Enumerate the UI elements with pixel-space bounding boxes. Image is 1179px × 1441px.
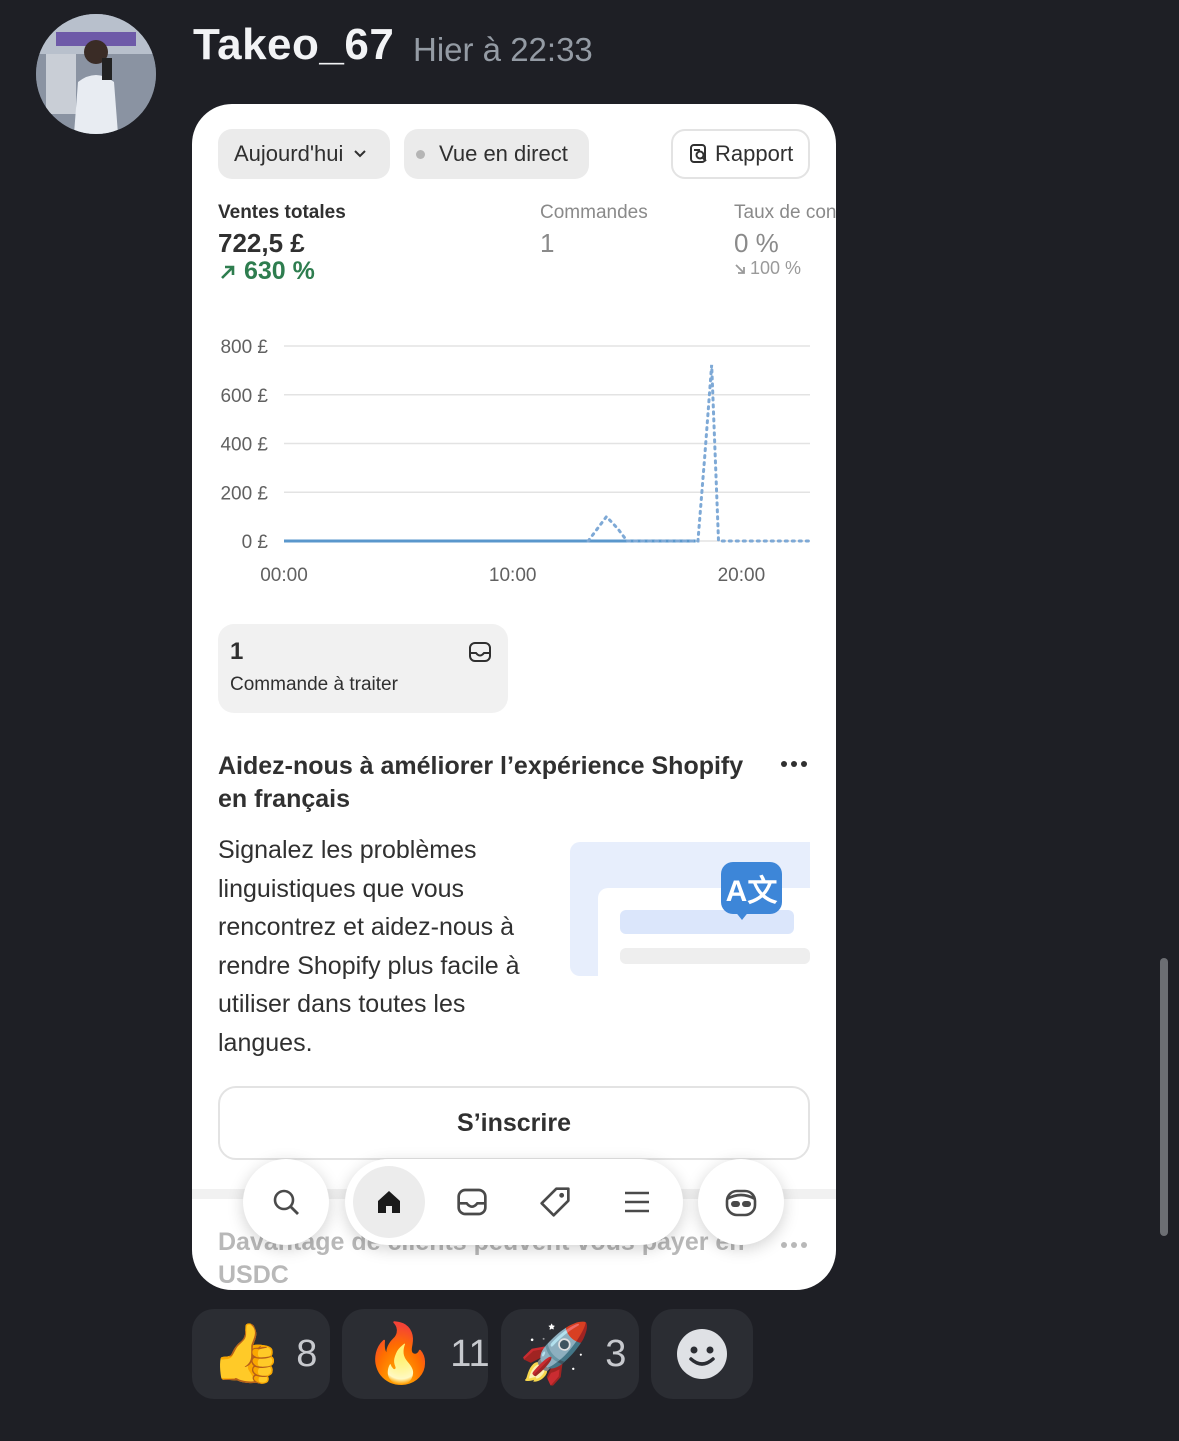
live-view-label: Vue en direct (439, 141, 568, 166)
y-tick-label: 200 £ (220, 483, 268, 504)
next-card-more-icon (780, 1237, 808, 1255)
tab-orders[interactable] (456, 1186, 488, 1223)
y-tick-label: 400 £ (220, 435, 268, 456)
y-tick-label: 0 £ (242, 532, 269, 553)
add-reaction-button[interactable] (651, 1309, 753, 1399)
metric-value-sales: 722,5 £ (218, 228, 305, 258)
date-filter-label: Aujourd'hui (234, 141, 344, 166)
tag-icon (540, 1187, 570, 1217)
metric-label-orders: Commandes (540, 202, 648, 223)
metric-label-conversion: Taux de con (734, 202, 836, 223)
attached-screenshot[interactable]: Aujourd'hui Vue en direct Rapport Ventes… (192, 104, 836, 1290)
tab-products[interactable] (539, 1186, 571, 1223)
trend-down-icon (735, 263, 745, 274)
sidekick-button[interactable] (698, 1159, 784, 1245)
reaction-count: 11 (450, 1332, 490, 1375)
translate-badge: A文 (721, 862, 782, 914)
orders-to-process-count: 1 (230, 638, 244, 665)
avatar-image (36, 14, 156, 134)
metric-change-sales: 630 % (218, 257, 315, 286)
reaction-count: 8 (296, 1332, 318, 1375)
report-icon (690, 144, 707, 163)
metric-value-conversion: 0 % (734, 228, 779, 258)
bottom-tab-bar (345, 1159, 683, 1245)
search-button[interactable] (243, 1159, 329, 1245)
metric-label-sales: Ventes totales (218, 202, 346, 223)
search-icon (273, 1189, 299, 1215)
reaction-rocket[interactable]: 🚀 3 (501, 1309, 639, 1399)
translation-illustration: A文 (570, 842, 810, 978)
comparison-period-line (586, 364, 812, 543)
trend-up-icon (221, 265, 235, 279)
inbox-icon (469, 642, 491, 662)
metric-change-conversion-value: 100 % (750, 258, 802, 278)
chevron-down-icon (354, 150, 367, 158)
y-tick-label: 800 £ (220, 337, 268, 358)
report-label: Rapport (715, 141, 794, 166)
metric-value-orders: 1 (540, 228, 555, 258)
reaction-count: 3 (605, 1332, 627, 1375)
card-body: Signalez les problèmes linguistiques que… (218, 836, 520, 1057)
rocket-emoji: 🚀 (519, 1321, 592, 1386)
live-status-dot (416, 149, 425, 159)
x-tick-label: 00:00 (260, 565, 308, 586)
metric-change-sales-value: 630 % (244, 257, 315, 285)
x-tick-label: 20:00 (718, 565, 766, 586)
orders-to-process-label: Commande à traiter (230, 674, 398, 695)
tab-home[interactable] (353, 1166, 425, 1238)
sidekick-icon (725, 1189, 757, 1217)
menu-icon (625, 1191, 649, 1213)
more-options-icon[interactable] (780, 756, 808, 774)
report-button[interactable]: Rapport (671, 129, 810, 179)
metric-change-conversion: 100 % (734, 258, 801, 279)
add-reaction-icon (677, 1329, 727, 1379)
reaction-thumbs-up[interactable]: 👍 8 (192, 1309, 330, 1399)
orders-to-process-card[interactable]: 1 Commande à traiter (218, 624, 508, 713)
fire-emoji: 🔥 (364, 1321, 437, 1386)
sales-chart: 800 £ 600 £ 400 £ 200 £ 0 £ 00:00 10:00 20:00 (220, 337, 812, 586)
x-tick-label: 10:00 (489, 565, 537, 586)
scrollbar[interactable] (1160, 958, 1168, 1236)
thumbs-up-emoji: 👍 (210, 1321, 283, 1386)
inbox-icon (457, 1188, 487, 1216)
card-title: Aidez-nous à améliorer l’expérience Shop… (218, 752, 744, 813)
message-author[interactable]: Takeo_67 (193, 20, 394, 70)
signup-button[interactable]: S’inscrire (218, 1086, 810, 1160)
live-view-button[interactable]: Vue en direct (404, 129, 589, 179)
tab-menu[interactable] (623, 1188, 651, 1221)
avatar[interactable] (36, 14, 156, 134)
y-tick-label: 600 £ (220, 386, 268, 407)
reaction-fire[interactable]: 🔥 11 (342, 1309, 490, 1399)
date-filter-button[interactable]: Aujourd'hui (218, 129, 390, 179)
message-timestamp: Hier à 22:33 (413, 31, 593, 68)
home-icon (378, 1191, 400, 1213)
